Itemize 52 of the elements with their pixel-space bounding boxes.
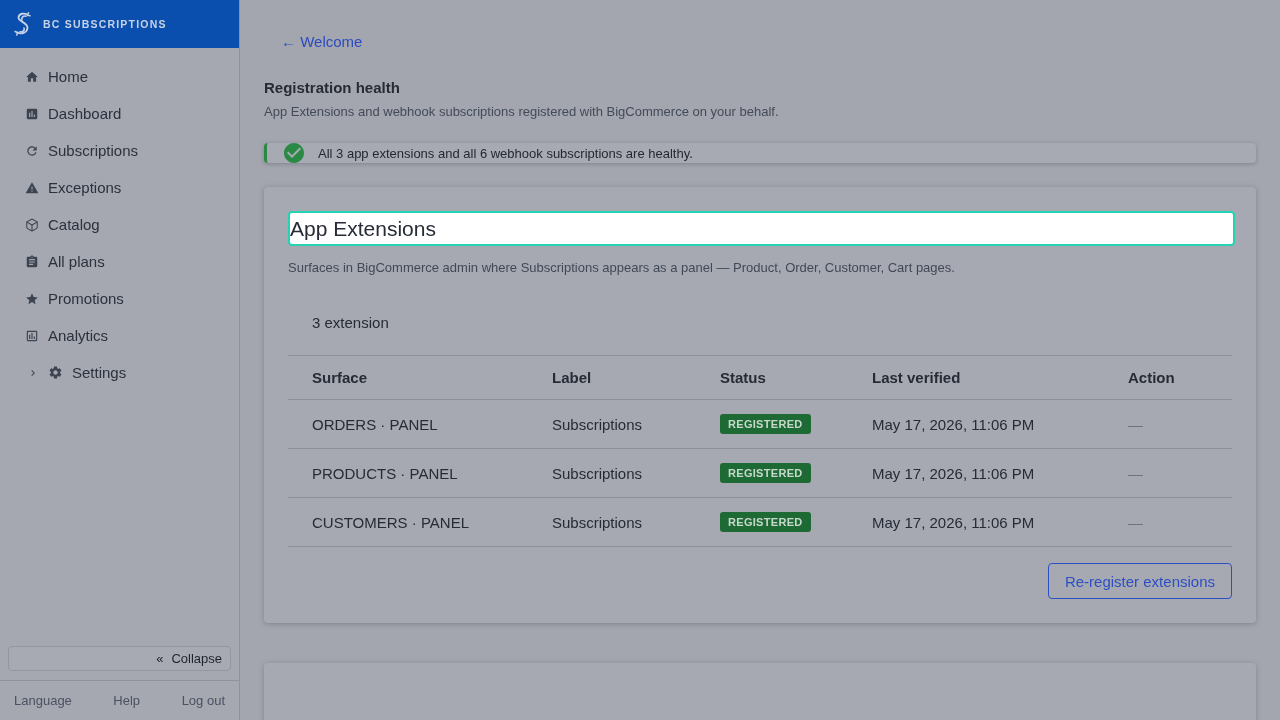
column-header: Surface: [311, 369, 369, 386]
settings-icon: [48, 365, 63, 380]
table-cell-text: Subscriptions: [551, 513, 644, 531]
logo-icon: [14, 12, 32, 36]
table-cell-text: CUSTOMERS · PANEL: [311, 513, 470, 531]
nav-item[interactable]: Catalog: [0, 206, 239, 243]
star-icon: [25, 291, 39, 306]
footer-link[interactable]: Help: [113, 693, 141, 708]
table-cell-text: —: [1127, 513, 1144, 531]
table-cell-text: —: [1127, 415, 1144, 433]
cube-icon: [25, 217, 39, 232]
warning-icon: [25, 180, 39, 195]
nav-item[interactable]: Analytics: [0, 317, 239, 354]
home-icon: [25, 69, 39, 84]
collapse-button[interactable]: « Collapse: [8, 646, 231, 671]
nav-item[interactable]: Home: [0, 58, 239, 95]
extension-count: 3 extension: [312, 313, 389, 333]
footer-link[interactable]: Language: [14, 693, 72, 708]
page-subtitle: App Extensions and webhook subscriptions registered with BigCommerce on your behalf.: [264, 103, 780, 121]
table-cell-text: —: [1127, 464, 1144, 482]
alert-message: All 3 app extensions and all 6 webhook subscriptions are healthy.: [318, 145, 693, 161]
nav-item[interactable]: All plans: [0, 243, 239, 280]
re-register-button[interactable]: Re-register extensions: [1047, 563, 1232, 599]
column-header: Status: [719, 369, 767, 386]
brand-name: BC SUBSCRIPTIONS: [43, 18, 167, 30]
table-cell-text: ORDERS · PANEL: [311, 415, 439, 433]
table-cell-text: PRODUCTS · PANEL: [311, 464, 459, 482]
nav-item[interactable]: Settings: [0, 354, 239, 391]
table-cell-text: Subscriptions: [551, 415, 644, 433]
section-title: App Extensions: [288, 211, 1235, 246]
table-cell-text: May 17, 2026, 11:06 PM: [871, 415, 1036, 433]
table-cell-text: Subscriptions: [551, 464, 644, 482]
column-header: Label: [551, 369, 593, 386]
chart-icon: [25, 328, 39, 343]
status-badge: REGISTERED: [720, 512, 811, 532]
column-header: Action: [1127, 369, 1176, 386]
status-badge: REGISTERED: [720, 414, 811, 434]
nav-item[interactable]: Exceptions: [0, 169, 239, 206]
nav-item[interactable]: Promotions: [0, 280, 239, 317]
table-cell-text: May 17, 2026, 11:06 PM: [871, 464, 1036, 482]
back-link[interactable]: ← Welcome: [281, 26, 363, 58]
bar-chart-icon: [25, 106, 39, 121]
nav-item[interactable]: Subscriptions: [0, 132, 239, 169]
refresh-icon: [25, 143, 39, 158]
nav-item[interactable]: Dashboard: [0, 95, 239, 132]
footer-link[interactable]: Log out: [181, 693, 225, 708]
status-badge: REGISTERED: [720, 463, 811, 483]
section-description: Surfaces in BigCommerce admin where Subscriptions appears as a panel — Product, Order, Customer, Cart pages.: [288, 259, 956, 277]
column-header: Last verified: [871, 369, 962, 386]
clipboard-icon: [25, 254, 39, 269]
table-cell-text: May 17, 2026, 11:06 PM: [871, 513, 1036, 531]
page-title: Registration health: [264, 78, 401, 98]
